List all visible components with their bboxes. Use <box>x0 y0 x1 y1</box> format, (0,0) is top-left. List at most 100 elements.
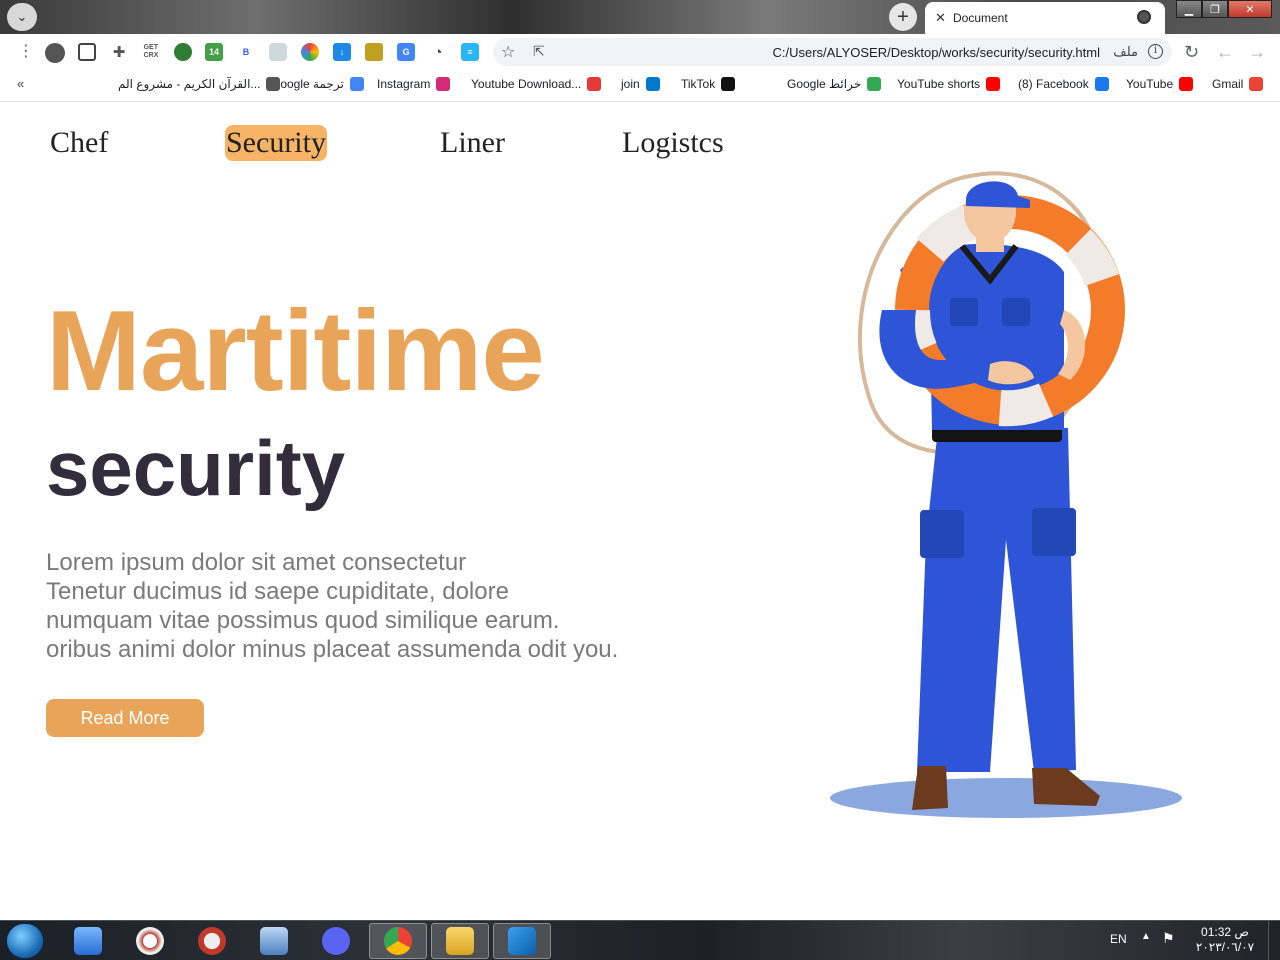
get-crx-icon[interactable]: GET CRX <box>142 43 160 61</box>
browser-toolbar: ⋮ ✚ GET CRX 14 B ↓ G ◔ ≡ ☆ ⇱ C:/Users/ALY… <box>0 34 1280 70</box>
language-indicator[interactable]: EN <box>1110 932 1127 946</box>
bookmark-label: TikTok <box>681 77 716 91</box>
bookmark-star-icon[interactable]: ☆ <box>501 42 515 62</box>
bookmark-item[interactable]: القرآن الكريم - مشروع الم... <box>118 77 281 91</box>
cap-icon <box>966 181 1030 208</box>
bookmark-item[interactable]: YouTube shorts <box>897 77 1001 91</box>
bookmark-item[interactable]: YouTube <box>1126 77 1194 91</box>
nav-link-logistcs[interactable]: Logistcs <box>622 125 724 161</box>
hero-paragraph: Lorem ipsum dolor sit amet consectetur T… <box>46 548 666 664</box>
window-close-button[interactable]: ✕ <box>1228 0 1272 18</box>
bookmark-label: join <box>621 77 640 91</box>
back-icon[interactable]: → <box>1248 42 1266 63</box>
file-explorer-icon <box>446 927 474 955</box>
maps-icon <box>867 77 882 91</box>
side-panel-icon[interactable] <box>78 43 96 61</box>
youtube-icon <box>1179 77 1194 91</box>
info-icon[interactable]: i <box>1148 44 1163 59</box>
share-icon[interactable]: ⇱ <box>533 43 545 60</box>
shirt-pocket-left <box>950 298 978 326</box>
bookmark-item[interactable]: Google ترجمة <box>271 77 364 91</box>
bookmark-label: Google خرائط <box>787 77 862 91</box>
bookmark-label: Youtube Download... <box>471 77 582 91</box>
gmail-icon <box>1249 77 1264 91</box>
extensions-icon[interactable]: ✚ <box>110 43 128 61</box>
bookmark-item[interactable]: (8) Facebook <box>1018 77 1109 91</box>
bookmarks-bar: « Gmail YouTube (8) Facebook YouTube shorts… <box>0 70 1280 102</box>
buoy-stripe <box>998 383 1054 427</box>
bookmark-label: Instagram <box>377 77 431 91</box>
restore-button[interactable]: ❐ <box>1202 0 1228 18</box>
hero-title-sub: security <box>46 424 346 512</box>
tab-manager-icon[interactable]: ≡ <box>461 43 479 61</box>
chevron-down-icon: ⌄ <box>16 9 28 24</box>
new-tab-button[interactable]: + <box>889 3 917 31</box>
b-extension-icon[interactable]: B <box>237 43 255 61</box>
left-cargo-pocket <box>920 510 964 558</box>
taskbar-app[interactable] <box>121 923 179 959</box>
plus-icon: + <box>897 6 909 28</box>
bookmark-item[interactable]: Gmail <box>1212 77 1264 91</box>
nav-link-liner[interactable]: Liner <box>440 125 505 161</box>
vscode-icon <box>508 927 536 955</box>
bookmark-label: YouTube <box>1126 77 1174 91</box>
taskbar-app-active[interactable] <box>369 923 427 959</box>
system-clock[interactable]: 01:32 ص ٢٠٢٣/٠٦/٠٧ <box>1190 925 1260 955</box>
bookmark-item[interactable]: Youtube Download... <box>471 77 602 91</box>
taskbar-app[interactable] <box>59 923 117 959</box>
bookmark-label: Gmail <box>1212 77 1244 91</box>
forward-icon[interactable]: ← <box>1216 42 1234 63</box>
taskbar-app[interactable] <box>245 923 303 959</box>
bookmark-label: Google ترجمة <box>271 77 344 91</box>
trousers <box>917 428 1076 772</box>
show-desktop-button[interactable] <box>1268 921 1280 960</box>
bookmark-item[interactable]: join <box>621 77 660 91</box>
read-more-button[interactable]: Read More <box>46 699 204 737</box>
chrome-icon <box>384 927 412 955</box>
bookmark-item[interactable]: Instagram <box>377 77 451 91</box>
address-bar[interactable]: ☆ ⇱ C:/Users/ALYOSER/Desktop/works/secur… <box>493 38 1172 66</box>
compass-icon <box>136 927 164 955</box>
discord-icon <box>322 927 350 955</box>
snipping-tool-icon <box>198 927 226 955</box>
taskbar-app[interactable] <box>183 923 241 959</box>
facebook-icon <box>1094 77 1109 91</box>
ground-shadow <box>830 778 1182 818</box>
shield-icon[interactable] <box>269 43 287 61</box>
bookmark-item[interactable]: Google خرائط <box>787 77 882 91</box>
tab-title: Document <box>953 11 1008 25</box>
browser-tab[interactable]: ✕ Document <box>925 2 1165 34</box>
translate-icon[interactable]: G <box>397 43 415 61</box>
color-picker-icon[interactable] <box>301 43 319 61</box>
more-bookmarks-icon[interactable]: « <box>17 76 24 91</box>
scheme-label: ملف <box>1113 44 1138 59</box>
menu-dots-icon[interactable]: ⋮ <box>18 41 34 61</box>
reload-icon[interactable]: ↻ <box>1184 42 1199 63</box>
window-controls: ▁ ❐ ✕ <box>1176 0 1272 18</box>
taskbar-app-active[interactable] <box>493 923 551 959</box>
globe-extension-icon[interactable] <box>174 43 192 61</box>
hero-paragraph-line: oribus animi dolor minus placeat assumen… <box>46 636 619 663</box>
url-text[interactable]: C:/Users/ALYOSER/Desktop/works/security/… <box>773 45 1101 60</box>
download-icon[interactable]: ↓ <box>333 43 351 61</box>
bookmark-label: YouTube shorts <box>897 77 981 91</box>
right-cargo-pocket <box>1032 508 1076 556</box>
speed-icon[interactable]: ◔ <box>429 43 447 61</box>
tab-search-button[interactable]: ⌄ <box>7 3 37 31</box>
nav-link-chef[interactable]: Chef <box>50 125 108 161</box>
action-center-flag-icon[interactable]: ⚑ <box>1162 930 1175 947</box>
computer-icon <box>260 927 288 955</box>
taskbar-app[interactable] <box>307 923 365 959</box>
nav-link-security[interactable]: Security <box>225 125 327 161</box>
profile-avatar[interactable] <box>45 43 65 63</box>
shirt-pocket-right <box>1002 298 1030 326</box>
tray-expand-icon[interactable]: ▲ <box>1141 931 1151 942</box>
bookmark-item[interactable]: TikTok <box>681 77 736 91</box>
tiktok-icon <box>721 77 736 91</box>
minimize-button[interactable]: ▁ <box>1176 0 1202 18</box>
folder-extension-icon[interactable] <box>365 43 383 61</box>
close-icon[interactable]: ✕ <box>935 10 946 26</box>
taskbar-app-active[interactable] <box>431 923 489 959</box>
start-button[interactable] <box>6 923 44 959</box>
shield-14-icon[interactable]: 14 <box>205 43 223 61</box>
